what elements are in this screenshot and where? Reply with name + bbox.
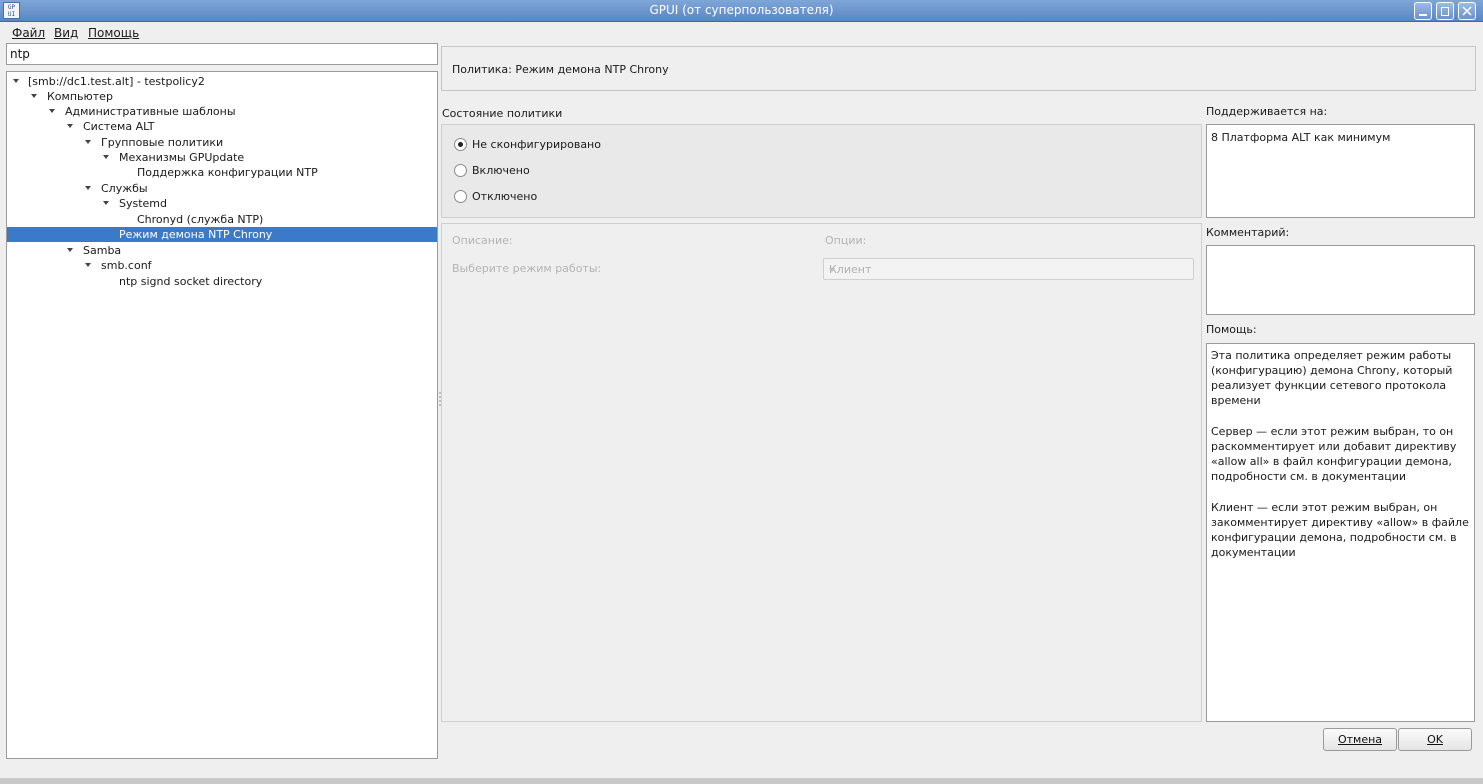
options-label: Опции: (825, 234, 867, 247)
help-label: Помощь: (1206, 323, 1257, 336)
menu-bar: Файл Вид Помощь (0, 23, 1483, 42)
policy-tree[interactable]: [smb://dc1.test.alt] - testpolicy2 Компь… (6, 71, 438, 759)
tree-item[interactable]: Административные шаблоны (7, 104, 437, 119)
expand-arrow-icon[interactable] (67, 124, 73, 128)
policy-title: Политика: Режим демона NTP Chrony (452, 63, 669, 76)
supported-label: Поддерживается на: (1206, 105, 1328, 118)
window-title: GPUI (от суперпользователя) (649, 3, 834, 17)
tree-item[interactable]: Механизмы GPUpdate (7, 150, 437, 165)
chevron-down-icon (829, 268, 835, 272)
expand-arrow-icon[interactable] (85, 263, 91, 267)
description-label: Описание: (452, 234, 513, 247)
expand-arrow-icon[interactable] (85, 140, 91, 144)
help-paragraph: Сервер — если этот режим выбран, то он р… (1211, 425, 1457, 483)
help-field[interactable]: Эта политика определяет режим работы (ко… (1206, 343, 1475, 722)
tree-item[interactable]: Samba (7, 243, 437, 258)
state-label: Состояние политики (442, 107, 563, 120)
policy-header: Политика: Режим демона NTP Chrony (441, 46, 1476, 91)
tree-item[interactable]: smb.conf (7, 258, 437, 273)
menu-file[interactable]: Файл (12, 26, 45, 40)
status-bar (0, 778, 1483, 784)
search-input[interactable] (6, 43, 438, 65)
tree-item[interactable]: Systemd (7, 196, 437, 211)
expand-arrow-icon[interactable] (67, 248, 73, 252)
radio-icon[interactable] (454, 190, 467, 203)
radio-icon[interactable] (454, 164, 467, 177)
tree-item[interactable]: ntp signd socket directory (7, 274, 437, 289)
expand-arrow-icon[interactable] (103, 155, 109, 159)
comment-field[interactable] (1206, 245, 1475, 315)
maximize-icon[interactable] (1436, 2, 1454, 20)
ok-button[interactable]: OK (1398, 728, 1472, 751)
menu-help[interactable]: Помощь (88, 26, 139, 40)
expand-arrow-icon[interactable] (13, 79, 19, 83)
tree-item[interactable]: Система ALT (7, 119, 437, 134)
help-paragraph: Эта политика определяет режим работы (ко… (1211, 349, 1453, 407)
radio-checked-icon[interactable] (454, 138, 467, 151)
supported-field[interactable]: 8 Платформа ALT как минимум (1206, 124, 1475, 218)
comment-label: Комментарий: (1206, 226, 1290, 239)
tree-item[interactable]: Компьютер (7, 89, 437, 104)
tree-item-selected[interactable]: Режим демона NTP Chrony (7, 227, 437, 242)
help-paragraph: Клиент — если этот режим выбран, он зако… (1211, 501, 1469, 559)
tree-item[interactable]: Поддержка конфигурации NTP (7, 165, 437, 180)
tree-item[interactable]: [smb://dc1.test.alt] - testpolicy2 (7, 74, 437, 89)
state-group: Не сконфигурировано Включено Отключено (441, 124, 1202, 218)
title-bar: GP UI GPUI (от суперпользователя) (0, 0, 1483, 22)
expand-arrow-icon[interactable] (85, 186, 91, 190)
mode-select[interactable]: Клиент (823, 258, 1194, 280)
expand-arrow-icon[interactable] (31, 94, 37, 98)
minimize-icon[interactable] (1414, 2, 1432, 20)
tree-item[interactable]: Chronyd (служба NTP) (7, 212, 437, 227)
options-panel: Описание: Опции: Выберите режим работы: … (441, 223, 1202, 722)
close-icon[interactable] (1458, 2, 1476, 20)
tree-item[interactable]: Групповые политики (7, 135, 437, 150)
menu-view[interactable]: Вид (54, 26, 78, 40)
tree-item[interactable]: Службы (7, 181, 437, 196)
expand-arrow-icon[interactable] (103, 201, 109, 205)
mode-label: Выберите режим работы: (452, 262, 602, 275)
expand-arrow-icon[interactable] (49, 109, 55, 113)
cancel-button[interactable]: Отмена (1323, 728, 1397, 751)
